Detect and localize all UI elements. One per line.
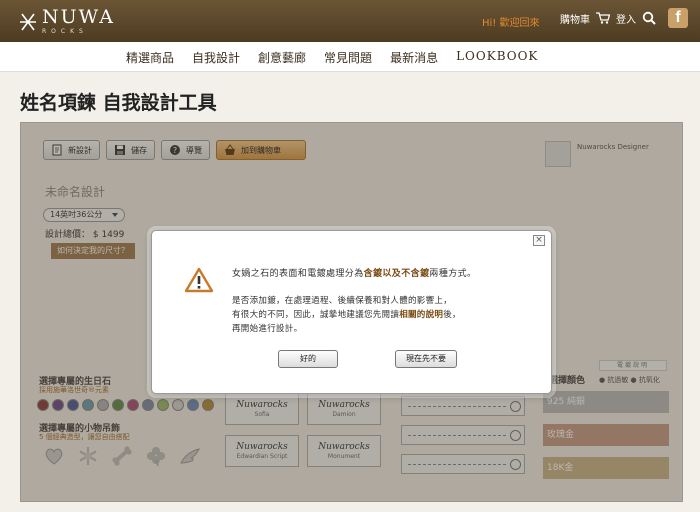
logo-mark-icon (18, 12, 38, 32)
dialog-headline: 女媧之石的表面和電鍍處理分為含鍍以及不含鍍兩種方式。 (232, 266, 476, 279)
body-line: 是否添加鍍，在處理過程、後續保養和對人體的影響上， (232, 296, 453, 306)
not-now-button[interactable]: 現在先不要 (395, 350, 457, 368)
nav-item-self-design[interactable]: 自我設計 (192, 49, 240, 66)
facebook-icon[interactable]: f (668, 8, 688, 28)
nav-item-featured[interactable]: 精選商品 (126, 49, 174, 66)
logo-sub-text: ROCKS (42, 28, 88, 35)
headline-text-end: 兩種方式。 (429, 269, 477, 279)
cart-link[interactable]: 購物車 (560, 11, 590, 26)
search-icon[interactable] (642, 11, 656, 25)
warning-icon (184, 267, 214, 293)
nav-item-faq[interactable]: 常見問題 (324, 49, 372, 66)
nav-item-lookbook[interactable]: LOOKBOOK (456, 49, 538, 66)
body-line: 再開始進行設計。 (232, 324, 303, 334)
top-bar: NUWA ROCKS Hi! 歡迎回來 購物車 登入 f (0, 0, 700, 42)
plating-notice-dialog: × 女媧之石的表面和電鍍處理分為含鍍以及不含鍍兩種方式。 是否添加鍍，在處理過程… (151, 230, 552, 394)
related-info-link[interactable]: 相關的說明 (399, 310, 443, 320)
nav-item-news[interactable]: 最新消息 (390, 49, 438, 66)
headline-emphasis: 含鍍以及不含鍍 (363, 269, 430, 279)
body-text: 有很大的不同，因此，誠摯地建議您先閱讀 (232, 310, 400, 320)
headline-text: 女媧之石的表面和電鍍處理分為 (232, 269, 364, 279)
logo-main-text: NUWA (42, 6, 115, 28)
page-title: 姓名項鍊 自我設計工具 (20, 92, 217, 114)
header-actions: 購物車 登入 f (560, 8, 688, 28)
nav-item-gallery[interactable]: 創意藝廊 (258, 49, 306, 66)
dialog-body: 是否添加鍍，在處理過程、後續保養和對人體的影響上， 有很大的不同，因此，誠摯地建… (232, 294, 461, 336)
nuwa-logo[interactable]: NUWA ROCKS (18, 8, 115, 35)
welcome-link[interactable]: Hi! 歡迎回來 (482, 14, 540, 29)
close-icon[interactable]: × (533, 235, 545, 246)
main-nav: 精選商品 自我設計 創意藝廊 常見問題 最新消息 LOOKBOOK (0, 42, 700, 72)
body-line: 有很大的不同，因此，誠摯地建議您先閱讀相關的說明後， (232, 308, 461, 322)
ok-button[interactable]: 好的 (278, 350, 338, 368)
login-link[interactable]: 登入 (616, 11, 636, 26)
cart-icon[interactable] (596, 12, 610, 24)
body-text-end: 後， (443, 310, 461, 320)
